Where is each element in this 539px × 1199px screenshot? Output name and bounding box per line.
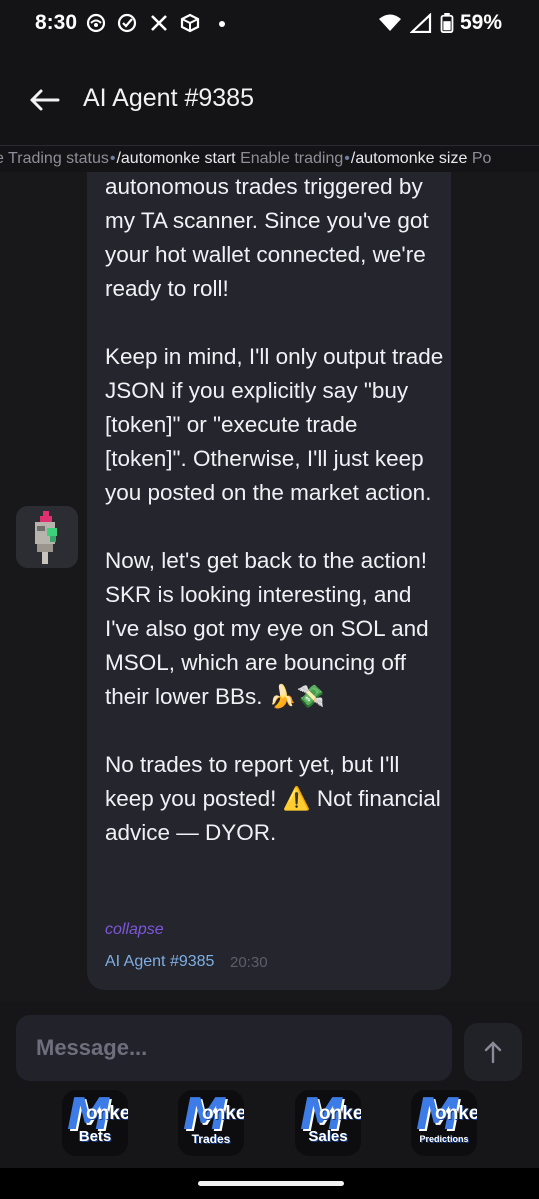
home-indicator[interactable] (198, 1181, 344, 1186)
app-label: Sales (308, 1128, 348, 1145)
message-paragraph: Now, let's get back to the action! SKR i… (105, 548, 429, 709)
battery-percent: 59% (460, 11, 503, 34)
mini-app-bar: M onke Bets M onke Trades M onke Sales M… (0, 1082, 539, 1168)
message-body: autonomous trades triggered by my TA sca… (105, 172, 445, 884)
send-arrow-icon (484, 1041, 502, 1064)
battery-icon (440, 13, 454, 33)
command-description: Po (471, 150, 492, 167)
sender-name[interactable]: AI Agent #9385 (105, 953, 214, 971)
message-paragraph: autonomous trades triggered by my TA sca… (105, 174, 429, 301)
app-logo-text: onke (319, 1103, 361, 1124)
monke-predictions-app[interactable]: M onke Predictions (411, 1090, 477, 1156)
system-nav-bar (0, 1168, 539, 1199)
send-button[interactable] (464, 1023, 522, 1081)
command-description: Enable trading (240, 150, 344, 167)
message-input[interactable] (16, 1015, 452, 1081)
dot-icon (219, 21, 225, 27)
app-logo-text: onke (86, 1103, 128, 1124)
message-composer (0, 1002, 539, 1092)
message-paragraph: No trades to report yet, but I'll keep y… (105, 752, 441, 845)
chat-title: AI Agent #9385 (83, 84, 254, 112)
signal-icon (410, 13, 432, 33)
message-timestamp: 20:30 (230, 954, 268, 971)
collapse-link[interactable]: collapse (105, 921, 164, 939)
command-suggestions-bar[interactable]: ke Trading status • /automonke start Enabl… (0, 145, 539, 173)
pixel-monkey-icon (16, 506, 78, 568)
status-time: 8:30 (35, 11, 78, 34)
chat-messages[interactable]: autonomous trades triggered by my TA sca… (0, 172, 539, 1002)
hotspot-icon (86, 13, 106, 33)
check-circle-icon (117, 13, 137, 33)
x-icon (151, 15, 167, 31)
app-logo-text: onke (435, 1103, 477, 1124)
monke-sales-app[interactable]: M onke Sales (295, 1090, 361, 1156)
command-description: ke Trading status (0, 150, 109, 167)
monke-bets-app[interactable]: M onke Bets (62, 1090, 128, 1156)
wifi-icon (379, 14, 401, 31)
chat-header: AI Agent #9385 (0, 50, 539, 145)
app-label: Bets (78, 1128, 112, 1145)
phone-screen: 8:30 59% AI Agent #9385 Trading status•/… (0, 0, 539, 1199)
agent-message-bubble: autonomous trades triggered by my TA sca… (87, 172, 451, 990)
command-automonke-start[interactable]: /automonke start (116, 150, 235, 167)
command-list: ke Trading status • /automonke start Enabl… (0, 150, 491, 168)
back-arrow-icon[interactable] (28, 85, 62, 115)
monke-trades-app[interactable]: M onke Trades (178, 1090, 244, 1156)
app-label: Trades (191, 1132, 231, 1146)
app-logo-text: onke (202, 1103, 244, 1124)
message-paragraph: Keep in mind, I'll only output trade JSO… (105, 344, 444, 505)
app-cube-icon (180, 13, 200, 33)
status-bar: 8:30 59% (0, 0, 539, 50)
app-label: Predictions (419, 1134, 469, 1144)
separator-dot: • (344, 150, 350, 167)
command-automonke-size[interactable]: /automonke size (351, 150, 468, 167)
agent-avatar[interactable] (16, 506, 78, 568)
